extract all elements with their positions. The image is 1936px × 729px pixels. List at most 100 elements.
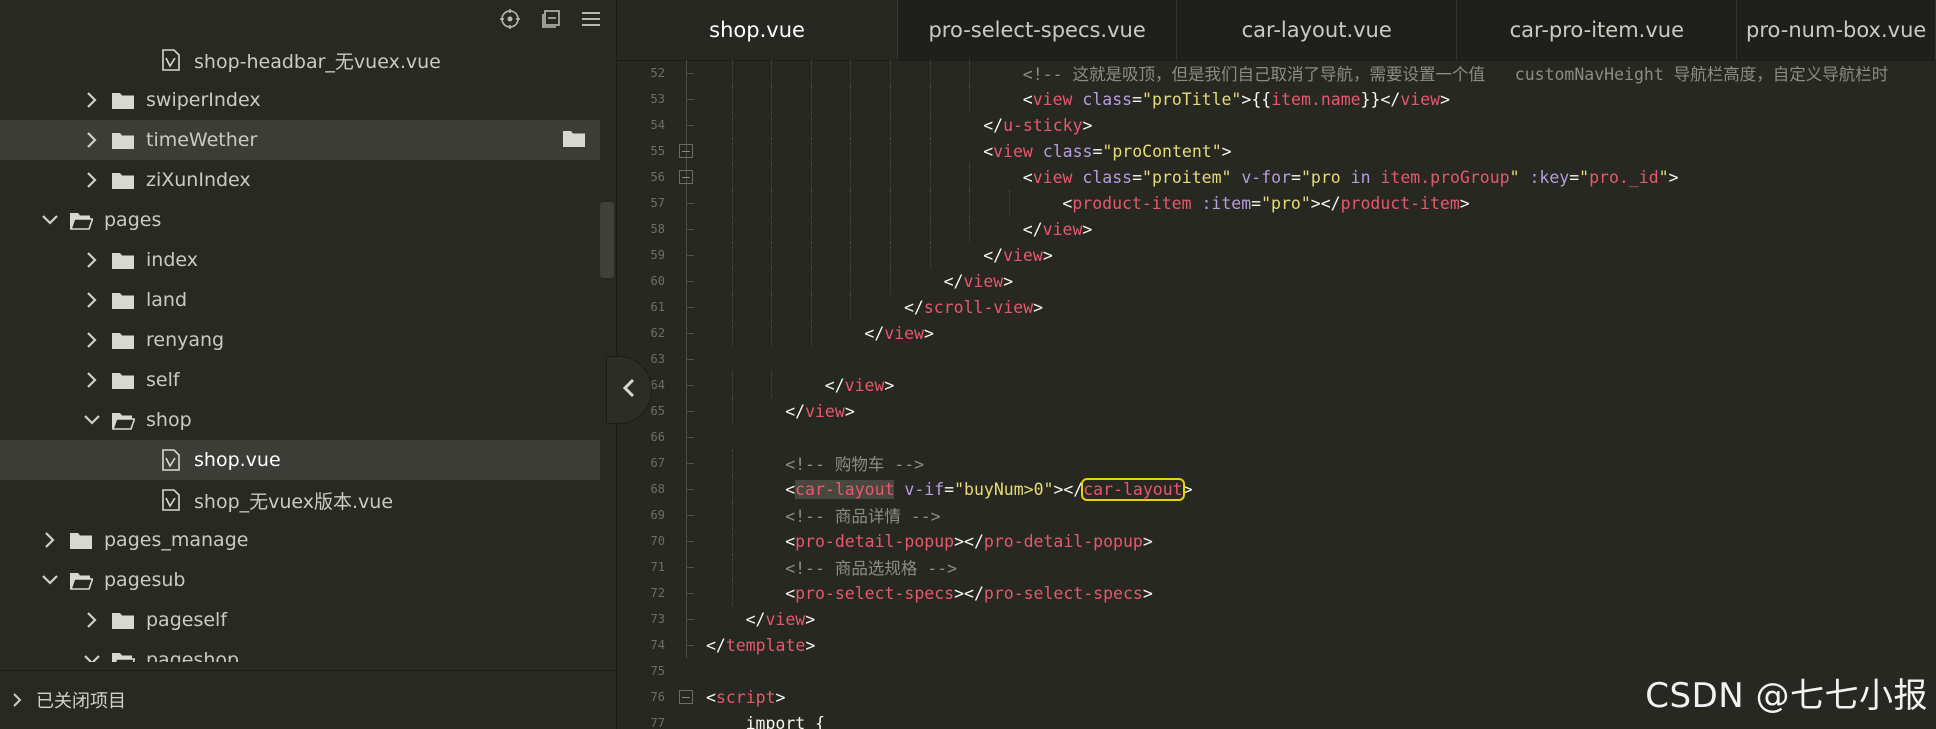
code-line[interactable]: 61 </scroll-view> (617, 294, 1936, 320)
tree-folder[interactable]: ziXunIndex (0, 160, 600, 200)
line-number: 56 (650, 170, 665, 184)
chevron-right-icon[interactable] (80, 328, 104, 352)
indent-guide (731, 86, 733, 112)
tree-folder[interactable]: land (0, 280, 600, 320)
fold-toggle-icon[interactable] (679, 170, 693, 184)
sidebar-scrollbar[interactable] (600, 202, 614, 278)
chevron-right-icon[interactable] (80, 608, 104, 632)
line-number: 57 (650, 196, 665, 210)
code-line[interactable]: 69 <!-- 商品详情 --> (617, 502, 1936, 528)
tree-folder[interactable]: pages (0, 200, 600, 240)
code-token: product-item (1072, 193, 1192, 213)
code-line[interactable]: 62 </view> (617, 320, 1936, 346)
editor-tab[interactable]: shop.vue (617, 0, 899, 60)
editor-tab[interactable]: pro-select-specs.vue (898, 0, 1178, 60)
indent-guide (771, 320, 773, 346)
code-line[interactable]: 73 </view> (617, 606, 1936, 632)
fold-toggle-icon[interactable] (679, 690, 693, 704)
code-line[interactable]: 72 <pro-select-specs></pro-select-specs> (617, 580, 1936, 606)
code-line[interactable]: 74 </template> (617, 632, 1936, 658)
code-line[interactable]: 70 <pro-detail-popup></pro-detail-popup> (617, 528, 1936, 554)
tree-folder[interactable]: pages_manage (0, 520, 600, 560)
code-line[interactable]: 64 </view> (617, 372, 1936, 398)
locate-file-icon[interactable] (497, 6, 523, 32)
chevron-right-icon[interactable] (80, 168, 104, 192)
editor-tab[interactable]: car-layout.vue (1177, 0, 1458, 60)
tree-file[interactable]: shop_无vuex版本.vue (0, 480, 600, 520)
code-token: class (1082, 89, 1133, 109)
chevron-right-icon[interactable] (80, 248, 104, 272)
code-token: < (1022, 167, 1033, 187)
folder-open-icon (110, 648, 136, 662)
open-folder-icon[interactable] (562, 128, 588, 152)
code-text: <view class="proContent"> (983, 142, 1231, 161)
code-token: <!-- 商品选规格 --> (785, 559, 958, 578)
indent-guide (929, 216, 931, 242)
indent-guide (810, 268, 812, 294)
code-token: " (1658, 167, 1669, 187)
tree-file[interactable]: shop.vue (0, 440, 600, 480)
code-text: <view class="proitem" v-for="pro in item… (1023, 168, 1679, 187)
editor-tab[interactable]: pro-num-box.vue (1737, 0, 1936, 60)
code-token: > (1459, 193, 1470, 213)
fold-guide-tick (686, 489, 694, 490)
code-line[interactable]: 66 (617, 424, 1936, 450)
chevron-down-icon[interactable] (38, 208, 62, 232)
code-line[interactable]: 67 <!-- 购物车 --> (617, 450, 1936, 476)
tree-folder[interactable]: self (0, 360, 600, 400)
code-line[interactable]: 63 (617, 346, 1936, 372)
code-line[interactable]: 65 </view> (617, 398, 1936, 424)
closed-projects-section[interactable]: 已关闭项目 (0, 670, 617, 729)
tree-folder[interactable]: timeWether (0, 120, 600, 160)
code-line[interactable]: 59 </view> (617, 242, 1936, 268)
fold-toggle-icon[interactable] (679, 144, 693, 158)
tree-folder[interactable]: index (0, 240, 600, 280)
code-area[interactable]: 52 <!-- 这就是吸顶，但是我们自己取消了导航，需要设置一个值 customN… (617, 60, 1936, 729)
code-line[interactable]: 52 <!-- 这就是吸顶，但是我们自己取消了导航，需要设置一个值 customN… (617, 60, 1936, 86)
tree-folder[interactable]: pagesub (0, 560, 600, 600)
indent-guide (771, 268, 773, 294)
tree-folder[interactable]: renyang (0, 320, 600, 360)
menu-icon[interactable] (578, 6, 604, 32)
chevron-down-icon[interactable] (80, 408, 104, 432)
code-line[interactable]: 56 <view class="proitem" v-for="pro in it… (617, 164, 1936, 190)
tree-folder[interactable]: pageself (0, 600, 600, 640)
code-line[interactable]: 55 <view class="proContent"> (617, 138, 1936, 164)
code-token: > (1082, 219, 1093, 239)
tree-folder[interactable]: swiperIndex (0, 80, 600, 120)
indent-guide (929, 86, 931, 112)
indent-guide (890, 216, 891, 242)
code-token: > (884, 375, 895, 395)
tree-file[interactable]: shop-headbar_无vuex.vue (0, 40, 600, 80)
chevron-down-icon[interactable] (80, 648, 104, 662)
editor-tab[interactable]: car-pro-item.vue (1457, 0, 1738, 60)
chevron-right-icon[interactable] (80, 288, 104, 312)
code-line[interactable]: 71 <!-- 商品选规格 --> (617, 554, 1936, 580)
code-line[interactable]: 54 </u-sticky> (617, 112, 1936, 138)
code-token: <!-- 这就是吸顶，但是我们自己取消了导航，需要设置一个值 customNav… (1022, 65, 1889, 84)
indent-guide (890, 242, 891, 268)
chevron-right-icon[interactable] (38, 528, 62, 552)
collapse-all-icon[interactable] (538, 6, 564, 32)
vue-file-icon (158, 48, 184, 72)
tree-folder[interactable]: pageshop (0, 640, 600, 662)
code-line[interactable]: 53 <view class="proTitle">{{item.name}}</… (617, 86, 1936, 112)
chevron-right-icon[interactable] (80, 128, 104, 152)
code-line[interactable]: 58 </view> (617, 216, 1936, 242)
code-token: > (844, 401, 855, 421)
fold-guide-tick (686, 645, 694, 646)
code-line[interactable]: 57 <product-item :item="pro"></product-it… (617, 190, 1936, 216)
indent-guide (771, 86, 773, 112)
chevron-down-icon[interactable] (38, 568, 62, 592)
code-line[interactable]: 68 <car-layout v-if="buyNum>0"></car-layo… (617, 476, 1936, 502)
code-token: </ (943, 271, 964, 291)
tree-folder[interactable]: shop (0, 400, 600, 440)
line-number: 71 (650, 560, 665, 574)
code-token: import { (745, 713, 835, 729)
code-token: " (1509, 167, 1520, 187)
code-line[interactable]: 60 </view> (617, 268, 1936, 294)
chevron-right-icon[interactable] (80, 368, 104, 392)
chevron-right-icon[interactable] (80, 88, 104, 112)
